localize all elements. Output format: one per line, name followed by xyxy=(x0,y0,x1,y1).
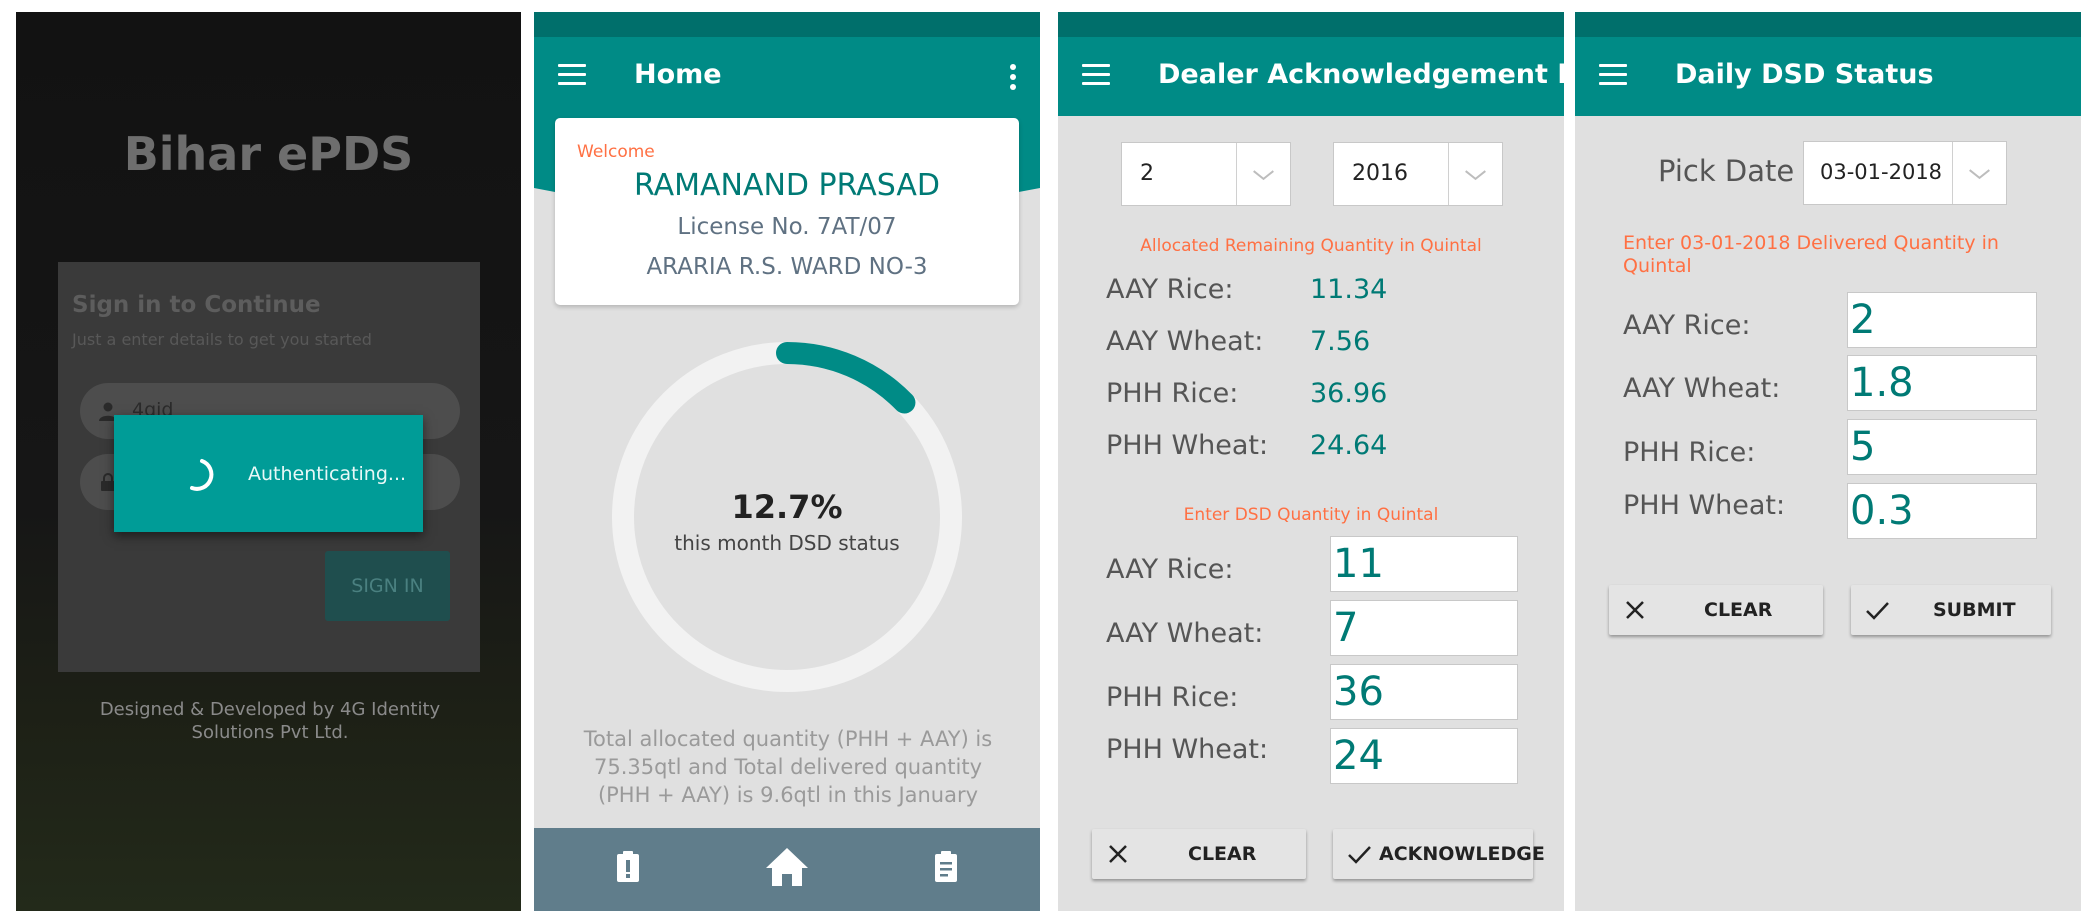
clear-button[interactable]: CLEAR xyxy=(1092,829,1306,879)
allocated-label: AAY Rice: xyxy=(1106,274,1234,305)
phh-rice-input[interactable]: 5 xyxy=(1847,419,2037,475)
clear-button[interactable]: CLEAR xyxy=(1609,585,1823,635)
entry-label: PHH Rice: xyxy=(1106,682,1239,713)
submit-label: SUBMIT xyxy=(1933,599,2016,621)
allocated-value: 7.56 xyxy=(1310,326,1371,357)
pick-date-label: Pick Date xyxy=(1658,154,1795,188)
aay-rice-input[interactable]: 11 xyxy=(1330,536,1518,592)
app-bar: Daily DSD Status xyxy=(1575,37,2081,116)
app-bar: Home xyxy=(534,37,1040,116)
status-bar xyxy=(1058,12,1564,37)
allocated-heading: Allocated Remaining Quantity in Quintal xyxy=(1140,236,1482,256)
check-icon xyxy=(1348,846,1371,864)
welcome-card: Welcome RAMANAND PRASAD License No. 7AT/… xyxy=(555,118,1019,305)
page-title: Daily DSD Status xyxy=(1675,59,1934,90)
check-icon xyxy=(1866,602,1889,620)
status-bar xyxy=(534,12,1040,37)
aay-wheat-input[interactable]: 7 xyxy=(1330,600,1518,656)
daily-dsd-screen: Daily DSD Status Pick Date 03-01-2018 En… xyxy=(1575,12,2081,911)
login-screen: Bihar ePDS Sign in to Continue Just a en… xyxy=(16,12,521,911)
date-value: 03-01-2018 xyxy=(1820,160,1943,184)
app-title: Bihar ePDS xyxy=(123,127,414,181)
close-icon xyxy=(1109,845,1127,863)
enter-quantity-heading: Enter DSD Quantity in Quintal xyxy=(1183,505,1439,525)
year-value: 2016 xyxy=(1352,161,1408,186)
dealer-name: RAMANAND PRASAD xyxy=(633,168,941,203)
quantity-summary: Total allocated quantity (PHH + AAY) is … xyxy=(583,727,993,807)
acknowledge-label: ACKNOWLEDGE xyxy=(1379,843,1545,865)
acknowledge-button[interactable]: ACKNOWLEDGE xyxy=(1333,829,1545,879)
report-icon[interactable] xyxy=(608,848,648,888)
allocated-label: AAY Wheat: xyxy=(1106,326,1264,357)
phh-wheat-input[interactable]: 0.3 xyxy=(1847,483,2037,539)
menu-icon[interactable] xyxy=(558,64,586,88)
entry-label: PHH Wheat: xyxy=(1106,734,1269,765)
entry-label: AAY Rice: xyxy=(1106,554,1234,585)
entry-label: PHH Wheat: xyxy=(1623,490,1786,521)
entry-label: AAY Rice: xyxy=(1623,310,1751,341)
loading-spinner-icon xyxy=(190,459,214,491)
allocated-label: PHH Rice: xyxy=(1106,378,1239,409)
home-screen: Home Welcome RAMANAND PRASAD License No.… xyxy=(534,12,1040,911)
entry-label: PHH Rice: xyxy=(1623,437,1756,468)
aay-wheat-input[interactable]: 1.8 xyxy=(1847,355,2037,411)
developer-footer: Designed & Developed by 4G Identity Solu… xyxy=(99,699,441,743)
menu-icon[interactable] xyxy=(1599,64,1627,88)
menu-icon[interactable] xyxy=(1082,64,1110,88)
clear-label: CLEAR xyxy=(1188,843,1257,865)
bottom-navigation xyxy=(534,828,1040,911)
sign-in-button[interactable]: SIGN IN xyxy=(325,551,450,621)
allocated-value: 36.96 xyxy=(1310,378,1388,409)
month-value: 2 xyxy=(1140,161,1154,186)
delivered-heading: Enter 03-01-2018 Delivered Quantity in Q… xyxy=(1623,232,1999,277)
progress-percent: 12.7% xyxy=(731,488,843,526)
sign-in-title: Sign in to Continue xyxy=(72,292,321,318)
allocated-value: 24.64 xyxy=(1310,430,1388,461)
page-title: Home xyxy=(634,59,722,90)
app-bar: Dealer Acknowledgement For... xyxy=(1058,37,1564,116)
sign-in-subtitle: Just a enter details to get you started xyxy=(72,330,372,349)
progress-label: this month DSD status xyxy=(674,531,900,555)
more-options-icon[interactable] xyxy=(1010,64,1016,94)
month-select[interactable]: 2 xyxy=(1121,142,1291,206)
acknowledgement-screen: Dealer Acknowledgement For... 2 2016 All… xyxy=(1058,12,1564,911)
phh-rice-input[interactable]: 36 xyxy=(1330,664,1518,720)
chevron-down-icon xyxy=(1952,142,1990,204)
chevron-down-icon xyxy=(1448,143,1486,205)
page-title: Dealer Acknowledgement For... xyxy=(1158,59,1564,90)
license-number: License No. 7AT/07 xyxy=(677,214,897,240)
status-bar xyxy=(1575,12,2081,37)
submit-button[interactable]: SUBMIT xyxy=(1851,585,2051,635)
dealer-address: ARARIA R.S. WARD NO-3 xyxy=(646,254,928,280)
year-select[interactable]: 2016 xyxy=(1333,142,1503,206)
entry-label: AAY Wheat: xyxy=(1106,618,1264,649)
chevron-down-icon xyxy=(1236,143,1274,205)
date-picker[interactable]: 03-01-2018 xyxy=(1803,141,2007,205)
phh-wheat-input[interactable]: 24 xyxy=(1330,728,1518,784)
authenticating-dialog: Authenticating... xyxy=(114,415,423,532)
welcome-label: Welcome xyxy=(577,142,655,162)
clipboard-icon[interactable] xyxy=(926,848,966,888)
close-icon xyxy=(1626,601,1644,619)
clear-label: CLEAR xyxy=(1704,599,1773,621)
aay-rice-input[interactable]: 2 xyxy=(1847,292,2037,348)
allocated-label: PHH Wheat: xyxy=(1106,430,1269,461)
entry-label: AAY Wheat: xyxy=(1623,373,1781,404)
home-icon[interactable] xyxy=(762,842,812,892)
authenticating-text: Authenticating... xyxy=(248,463,407,485)
allocated-value: 11.34 xyxy=(1310,274,1388,305)
